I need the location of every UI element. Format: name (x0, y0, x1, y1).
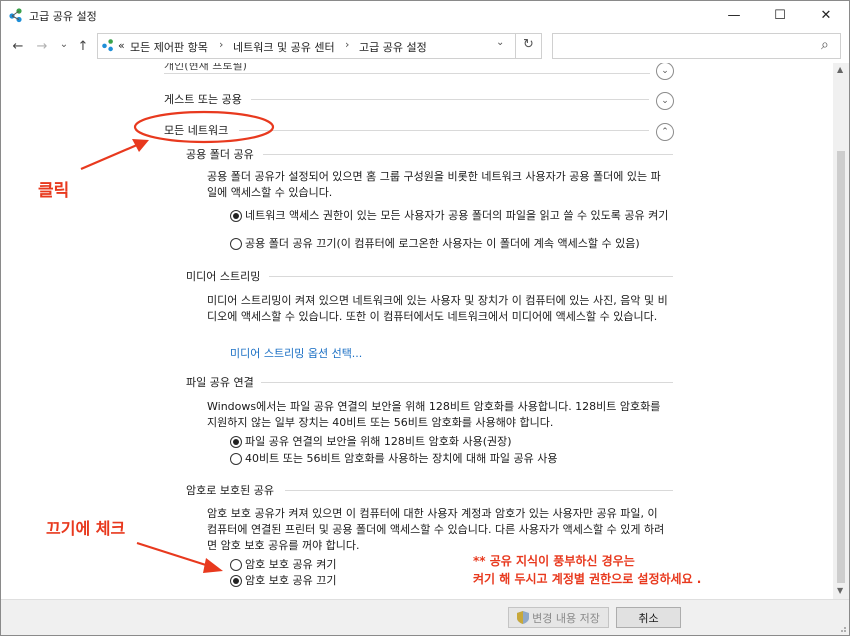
minimize-button[interactable]: — (711, 1, 757, 29)
forward-button[interactable]: → (33, 37, 51, 55)
save-changes-button[interactable]: 변경 내용 저장 (508, 607, 609, 628)
annotation-arrow-check (136, 541, 210, 568)
close-icon: ✕ (820, 7, 832, 23)
breadcrumb-all-control-panel[interactable]: 모든 제어판 항목 (130, 39, 208, 55)
annotation-overlay (80, 110, 275, 573)
scroll-down-icon[interactable]: ▼ (837, 586, 843, 595)
breadcrumb-prefix: « (118, 39, 125, 52)
window: 고급 공유 설정 — ☐ ✕ ← → ⌄ ↑ « 모든 제어판 항목 › 네트워… (0, 0, 850, 636)
save-changes-label: 변경 내용 저장 (532, 611, 600, 625)
address-bar[interactable]: « 모든 제어판 항목 › 네트워크 및 공유 센터 › 고급 공유 설정 ⌄ … (97, 33, 542, 59)
footer-bar (1, 599, 849, 635)
breadcrumb-advanced-sharing[interactable]: 고급 공유 설정 (359, 39, 427, 55)
maximize-button[interactable]: ☐ (757, 1, 803, 29)
address-divider (515, 34, 516, 58)
recent-locations-button[interactable]: ⌄ (55, 35, 73, 53)
search-input[interactable]: ⌕ (552, 33, 841, 59)
back-button[interactable]: ← (9, 37, 27, 55)
cancel-label: 취소 (638, 611, 659, 625)
control-panel-icon (102, 39, 113, 52)
settings-content: 개인(현재 프로필) ⌄ 게스트 또는 공용 ⌄ 모든 네트워크 ⌃ 공용 폴더… (1, 63, 833, 599)
search-icon: ⌕ (821, 37, 829, 53)
window-title: 고급 공유 설정 (29, 10, 97, 23)
refresh-icon[interactable]: ↻ (523, 37, 534, 52)
uac-shield-icon (517, 611, 530, 624)
scrollbar-thumb[interactable] (837, 151, 845, 583)
close-button[interactable]: ✕ (803, 1, 849, 29)
up-button[interactable]: ↑ (74, 37, 92, 55)
annotation-arrowhead-check (203, 558, 223, 573)
up-arrow-icon: ↑ (77, 38, 89, 54)
maximize-icon: ☐ (774, 7, 786, 23)
back-arrow-icon: ← (12, 38, 24, 54)
title-bar: 고급 공유 설정 — ☐ ✕ (1, 1, 849, 29)
annotation-check-off-label: 끄기에 체크 (46, 519, 126, 538)
breadcrumb-separator[interactable]: › (219, 38, 223, 51)
annotation-click-label: 클릭 (38, 181, 70, 201)
breadcrumb-separator[interactable]: › (345, 38, 349, 51)
annotation-arrow-click (80, 143, 138, 171)
annotation-tip-line1: ** 공유 지식이 풍부하신 경우는 (473, 554, 635, 568)
cancel-button[interactable]: 취소 (616, 607, 681, 628)
network-app-icon (9, 8, 22, 23)
minimize-icon: — (727, 7, 741, 23)
breadcrumb-network-center[interactable]: 네트워크 및 공유 센터 (233, 39, 335, 55)
resize-grip-icon[interactable] (837, 623, 847, 633)
forward-arrow-icon: → (36, 38, 48, 54)
chevron-down-icon: ⌄ (59, 38, 69, 50)
annotation-highlight-ellipse (133, 110, 275, 144)
address-dropdown-icon[interactable]: ⌄ (496, 37, 504, 48)
annotation-tip-line2: 켜기 해 두시고 계정별 권한으로 설정하세요 . (473, 572, 702, 586)
scroll-up-icon[interactable]: ▲ (837, 65, 843, 74)
